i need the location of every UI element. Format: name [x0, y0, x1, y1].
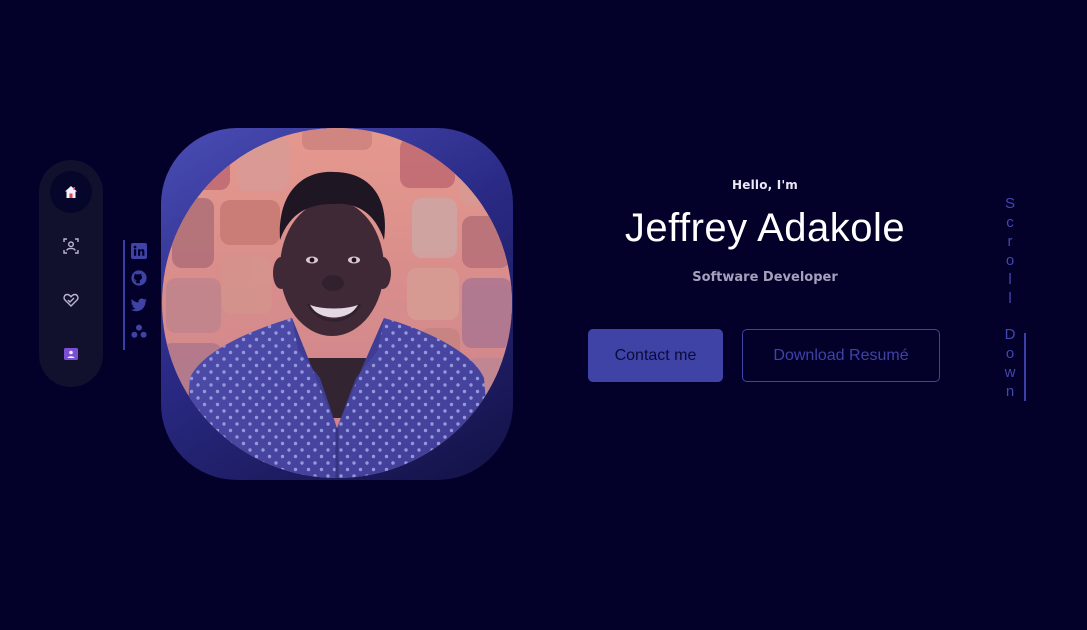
- scroll-down-letter: c: [1006, 214, 1014, 231]
- github-icon[interactable]: [131, 270, 147, 286]
- scroll-down-letter: l: [1008, 290, 1012, 307]
- download-resume-button[interactable]: Download Resumé: [742, 329, 940, 382]
- contact-me-button[interactable]: Contact me: [588, 329, 723, 382]
- profile-photo-frame: [161, 128, 513, 480]
- nav-item-about[interactable]: [50, 225, 92, 267]
- scroll-down-letter: l: [1008, 271, 1012, 288]
- scroll-down-link[interactable]: ScrollDown: [996, 194, 1026, 404]
- scroll-down-letter: r: [1007, 233, 1013, 250]
- dribbble-icon[interactable]: [131, 324, 147, 340]
- scroll-down-letter: o: [1005, 345, 1015, 362]
- contact-card-icon: [64, 348, 78, 360]
- profile-photo: [162, 128, 512, 478]
- scroll-down-letter: o: [1005, 252, 1015, 269]
- scroll-down-line: [1024, 333, 1026, 401]
- scroll-down-letter: S: [1004, 195, 1015, 212]
- scroll-down-letter: w: [1004, 364, 1016, 381]
- nav-item-services[interactable]: [50, 279, 92, 321]
- services-icon: [63, 293, 79, 307]
- greeting-text: Hello, I'm: [731, 178, 799, 192]
- social-links: [123, 240, 153, 350]
- linkedin-icon[interactable]: [131, 243, 147, 259]
- scroll-down-letter: n: [1005, 383, 1015, 400]
- nav-item-contact[interactable]: [50, 333, 92, 375]
- profile-icon: [63, 238, 79, 254]
- hero-role: Software Developer: [692, 270, 838, 285]
- scroll-down-label: ScrollDown: [996, 194, 1024, 401]
- twitter-icon[interactable]: [131, 297, 147, 313]
- home-icon: [64, 185, 78, 199]
- hero-name: Jeffrey Adakole: [624, 206, 906, 250]
- social-divider: [123, 240, 125, 350]
- side-nav: [39, 160, 103, 387]
- nav-item-home[interactable]: [50, 171, 92, 213]
- scroll-down-letter: D: [1004, 326, 1016, 343]
